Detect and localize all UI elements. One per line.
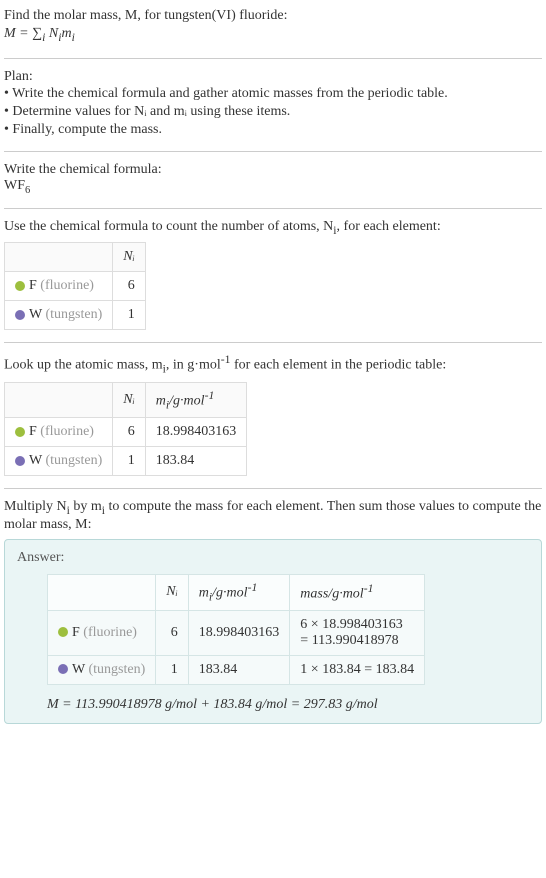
element-dot-icon	[15, 456, 25, 466]
element-dot-icon	[58, 664, 68, 674]
table-header-mi: mi/g·mol-1	[188, 575, 290, 610]
table-header-row: Nᵢ	[5, 243, 146, 272]
table-header-blank	[48, 575, 156, 610]
mi-value: 18.998403163	[188, 610, 290, 655]
element-cell: W (tungsten)	[5, 301, 113, 330]
element-dot-icon	[15, 310, 25, 320]
plan-item: Finally, compute the mass.	[4, 121, 542, 139]
element-cell: F (fluorine)	[48, 610, 156, 655]
element-cell: W (tungsten)	[48, 655, 156, 684]
table-row: W (tungsten) 1 183.84	[5, 447, 247, 476]
element-dot-icon	[58, 627, 68, 637]
chemical-formula: WF6	[4, 178, 542, 196]
table-header-mi: mi/g·mol-1	[145, 382, 247, 417]
element-dot-icon	[15, 427, 25, 437]
mi-value: 183.84	[188, 655, 290, 684]
atomic-mass-section: Look up the atomic mass, mi, in g·mol-1 …	[4, 342, 542, 480]
plan-heading: Plan:	[4, 69, 542, 85]
table-row: W (tungsten) 1	[5, 301, 146, 330]
final-result: M = 113.990418978 g/mol + 183.84 g/mol =…	[47, 697, 529, 713]
atomic-mass-heading: Look up the atomic mass, mi, in g·mol-1 …	[4, 353, 542, 375]
plan-item: Write the chemical formula and gather at…	[4, 85, 542, 103]
ni-value: 1	[113, 301, 146, 330]
mass-value: 6 × 18.998403163= 113.990418978	[290, 610, 425, 655]
intro-formula: M = ∑i Nimi	[4, 26, 542, 44]
element-dot-icon	[15, 281, 25, 291]
element-cell: F (fluorine)	[5, 418, 113, 447]
count-atoms-heading: Use the chemical formula to count the nu…	[4, 219, 542, 237]
ni-value: 6	[113, 272, 146, 301]
table-row: W (tungsten) 1 183.84 1 × 183.84 = 183.8…	[48, 655, 425, 684]
multiply-heading: Multiply Ni by mi to compute the mass fo…	[4, 499, 542, 533]
plan-section: Plan: Write the chemical formula and gat…	[4, 58, 542, 143]
answer-table: Nᵢ mi/g·mol-1 mass/g·mol-1 F (fluorine) …	[47, 574, 425, 684]
plan-list: Write the chemical formula and gather at…	[4, 85, 542, 139]
count-atoms-table: Nᵢ F (fluorine) 6 W (tungsten) 1	[4, 242, 146, 330]
table-header-ni: Nᵢ	[156, 575, 189, 610]
table-row: F (fluorine) 6 18.998403163	[5, 418, 247, 447]
write-formula-section: Write the chemical formula: WF6	[4, 151, 542, 200]
ni-value: 1	[113, 447, 146, 476]
mi-value: 183.84	[145, 447, 247, 476]
table-row: F (fluorine) 6	[5, 272, 146, 301]
plan-item: Determine values for Nᵢ and mᵢ using the…	[4, 103, 542, 121]
mi-value: 18.998403163	[145, 418, 247, 447]
mass-value: 1 × 183.84 = 183.84	[290, 655, 425, 684]
element-cell: F (fluorine)	[5, 272, 113, 301]
table-row: F (fluorine) 6 18.998403163 6 × 18.99840…	[48, 610, 425, 655]
answer-box: Answer: Nᵢ mi/g·mol-1 mass/g·mol-1 F (fl…	[4, 539, 542, 723]
intro-line: Find the molar mass, M, for tungsten(VI)…	[4, 8, 542, 24]
ni-value: 6	[156, 610, 189, 655]
table-header-mass: mass/g·mol-1	[290, 575, 425, 610]
element-cell: W (tungsten)	[5, 447, 113, 476]
table-header-blank	[5, 382, 113, 417]
table-header-row: Nᵢ mi/g·mol-1	[5, 382, 247, 417]
ni-value: 6	[113, 418, 146, 447]
answer-label: Answer:	[17, 550, 529, 566]
table-header-ni: Nᵢ	[113, 243, 146, 272]
multiply-section: Multiply Ni by mi to compute the mass fo…	[4, 488, 542, 727]
table-header-ni: Nᵢ	[113, 382, 146, 417]
atomic-mass-table: Nᵢ mi/g·mol-1 F (fluorine) 6 18.99840316…	[4, 382, 247, 476]
intro-section: Find the molar mass, M, for tungsten(VI)…	[4, 4, 542, 50]
write-formula-heading: Write the chemical formula:	[4, 162, 542, 178]
answer-inner: Nᵢ mi/g·mol-1 mass/g·mol-1 F (fluorine) …	[17, 574, 529, 712]
count-atoms-section: Use the chemical formula to count the nu…	[4, 208, 542, 335]
table-header-row: Nᵢ mi/g·mol-1 mass/g·mol-1	[48, 575, 425, 610]
table-header-blank	[5, 243, 113, 272]
ni-value: 1	[156, 655, 189, 684]
